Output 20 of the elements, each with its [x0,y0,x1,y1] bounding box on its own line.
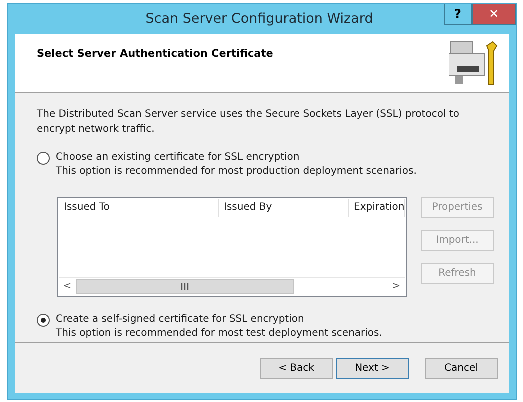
column-header[interactable]: Expiration [349,199,405,217]
certificate-list[interactable]: Issued To Issued By Expiration < > [57,197,407,297]
intro-text: The Distributed Scan Server service uses the Secure Sockets Layer (SSL) protocol to encrypt network traffic. [37,108,460,137]
scroll-thumb[interactable] [76,279,294,294]
wizard-button[interactable]: Next > [336,358,409,378]
close-button[interactable]: ✕ [472,4,516,25]
wizard-button[interactable]: < Back [260,358,333,378]
wizard-button[interactable]: Cancel [425,358,498,378]
radio-button[interactable] [37,314,50,327]
radio-button[interactable] [37,152,50,165]
option-description: This option is recommended for most test deployment scenarios. [56,327,382,341]
page-title: Select Server Authentication Certificate [37,47,274,62]
option-label: Create a self-signed certificate for SSL encryption [56,313,306,327]
option-label: Choose an existing certificate for SSL encryption [56,151,301,165]
help-button[interactable]: ? [444,4,472,25]
scroll-grip-icon [181,283,190,290]
option-description: This option is recommended for most production deployment scenarios. [56,165,417,179]
column-header[interactable]: Issued To [59,199,219,217]
window-title: Scan Server Configuration Wizard [144,10,374,27]
column-header[interactable]: Issued By [219,199,349,217]
